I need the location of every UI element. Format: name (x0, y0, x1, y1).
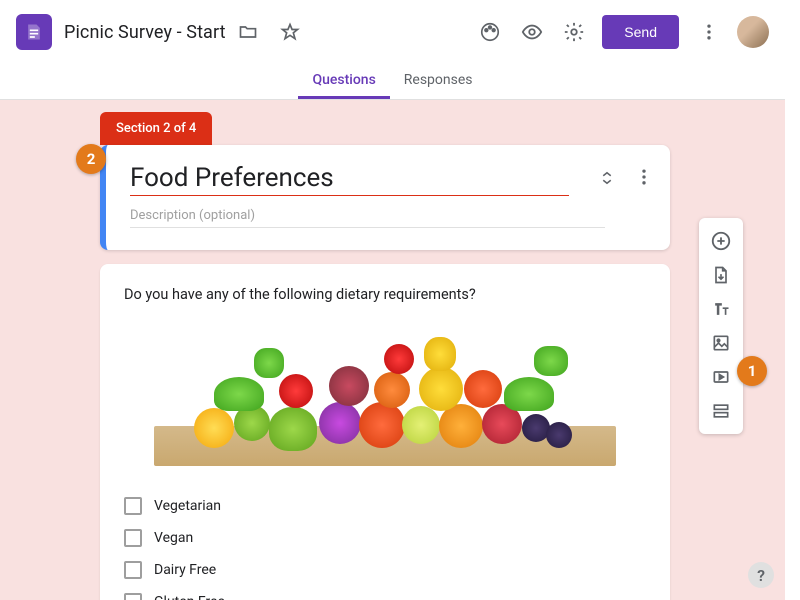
question-image (124, 321, 646, 466)
question-title: Do you have any of the following dietary… (124, 286, 646, 303)
callout-2: 2 (76, 144, 106, 174)
move-to-folder-icon[interactable] (228, 12, 268, 52)
document-title[interactable]: Picnic Survey - Start (64, 22, 226, 43)
form-tabs: Questions Responses (0, 64, 785, 100)
section-description-input[interactable]: Description (optional) (130, 200, 605, 228)
section-header-card[interactable]: Food Preferences Description (optional) (100, 145, 670, 250)
more-options-icon[interactable] (689, 12, 729, 52)
user-avatar[interactable] (737, 16, 769, 48)
option-label: Vegetarian (154, 498, 221, 514)
star-icon[interactable] (270, 12, 310, 52)
settings-icon[interactable] (554, 12, 594, 52)
option-label: Gluten Free (154, 594, 225, 600)
option-label: Vegan (154, 530, 193, 546)
option-row[interactable]: Dairy Free (124, 554, 646, 586)
form-workspace: 2 Section 2 of 4 Food Preferences Descri… (0, 100, 785, 600)
floating-toolbar (699, 218, 743, 434)
section-menu-icon[interactable] (634, 167, 654, 191)
app-header: Picnic Survey - Start Send (0, 0, 785, 64)
checkbox-icon[interactable] (124, 497, 142, 515)
option-row[interactable]: Gluten Free (124, 586, 646, 600)
customize-theme-icon[interactable] (470, 12, 510, 52)
add-question-button[interactable] (701, 224, 741, 258)
section-title-input[interactable]: Food Preferences (130, 163, 569, 196)
forms-logo-icon[interactable] (16, 14, 52, 50)
import-questions-button[interactable] (701, 258, 741, 292)
preview-icon[interactable] (512, 12, 552, 52)
checkbox-icon[interactable] (124, 529, 142, 547)
tab-questions[interactable]: Questions (298, 64, 389, 99)
help-button[interactable]: ? (748, 562, 774, 588)
add-image-button[interactable] (701, 326, 741, 360)
checkbox-icon[interactable] (124, 593, 142, 600)
add-section-button[interactable] (701, 394, 741, 428)
send-button[interactable]: Send (602, 15, 679, 49)
tab-responses[interactable]: Responses (390, 64, 487, 99)
callout-1: 1 (737, 356, 767, 386)
section-badge: Section 2 of 4 (100, 112, 212, 145)
option-label: Dairy Free (154, 562, 216, 578)
add-title-button[interactable] (701, 292, 741, 326)
question-card[interactable]: Do you have any of the following dietary… (100, 264, 670, 600)
option-row[interactable]: Vegetarian (124, 490, 646, 522)
checkbox-icon[interactable] (124, 561, 142, 579)
add-video-button[interactable] (701, 360, 741, 394)
option-row[interactable]: Vegan (124, 522, 646, 554)
collapse-section-icon[interactable] (598, 169, 616, 191)
